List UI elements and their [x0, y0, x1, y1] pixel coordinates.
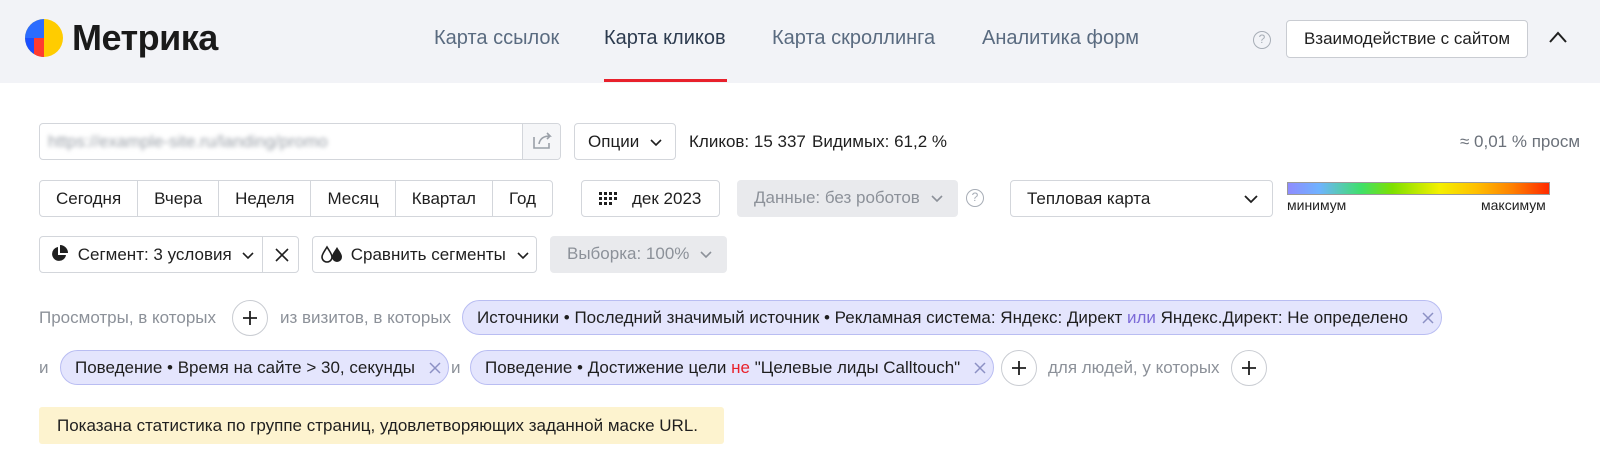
- chevron-down-icon: [650, 138, 662, 146]
- legend-max-label: максимум: [1481, 197, 1546, 213]
- clear-segment-button[interactable]: [262, 237, 299, 272]
- chevron-up-icon[interactable]: [1548, 30, 1568, 44]
- metrika-logo-icon[interactable]: [24, 18, 64, 58]
- plus-icon: [1242, 361, 1256, 375]
- segment-chip-source[interactable]: Источники • Последний значимый источник …: [462, 300, 1442, 335]
- chevron-down-icon: [517, 251, 529, 259]
- data-filter-label: Данные: без роботов: [754, 188, 920, 207]
- plus-icon: [243, 311, 257, 325]
- remove-chip-icon[interactable]: [1421, 311, 1435, 325]
- remove-chip-icon[interactable]: [973, 361, 987, 375]
- add-visit-condition-button[interactable]: [1001, 350, 1037, 386]
- add-view-condition-button[interactable]: [232, 300, 268, 336]
- chevron-down-icon: [930, 194, 943, 202]
- remove-chip-icon[interactable]: [428, 361, 442, 375]
- chip-not-operator: не: [731, 358, 750, 377]
- top-header: Метрика Карта ссылок Карта кликов Карта …: [0, 0, 1600, 83]
- chevron-down-icon: [242, 251, 255, 259]
- chip-time-text: Поведение • Время на сайте > 30, секунды: [75, 358, 415, 377]
- people-condition-label: для людей, у которых: [1048, 358, 1220, 377]
- open-url-button[interactable]: [522, 124, 560, 159]
- date-picker-button[interactable]: дек 2023: [581, 180, 720, 217]
- segment-control: Сегмент: 3 условия: [39, 236, 299, 273]
- compare-segments-dropdown[interactable]: Сравнить сегменты: [312, 236, 537, 273]
- chip-source-tail: Яндекс.Директ: Не определено: [1160, 308, 1408, 327]
- visible-percent: Видимых: 61,2 %: [812, 132, 948, 151]
- period-today[interactable]: Сегодня: [40, 181, 139, 216]
- tab-click-map[interactable]: Карта кликов: [604, 24, 726, 52]
- views-condition-label: Просмотры, в которых: [39, 308, 216, 327]
- and-operator-2: и: [451, 358, 461, 377]
- segment-chip-goal[interactable]: Поведение • Достижение цели не "Целевые …: [470, 350, 994, 385]
- sample-dropdown[interactable]: Выборка: 100%: [550, 236, 727, 273]
- drops-icon: [321, 244, 342, 263]
- url-input[interactable]: [48, 124, 524, 159]
- chip-goal-tail: "Целевые лиды Calltouch": [754, 358, 961, 377]
- chip-source-text: Источники • Последний значимый источник …: [477, 308, 1123, 327]
- url-field-wrapper: [39, 123, 561, 160]
- tab-link-map[interactable]: Карта ссылок: [434, 24, 559, 52]
- period-quarter[interactable]: Квартал: [396, 181, 493, 216]
- legend-min-label: минимум: [1287, 197, 1347, 213]
- clicks-count: Кликов: 15 337: [689, 132, 806, 151]
- chip-goal-text: Поведение • Достижение цели: [485, 358, 727, 377]
- options-dropdown[interactable]: Опции: [574, 123, 676, 160]
- help-icon[interactable]: ?: [1253, 31, 1271, 49]
- chevron-down-icon: [700, 250, 712, 258]
- chip-or-operator: или: [1126, 308, 1156, 327]
- active-tab-underline: [604, 79, 727, 82]
- brand-title: Метрика: [72, 17, 218, 58]
- options-label: Опции: [588, 132, 640, 151]
- and-operator-1: и: [39, 358, 49, 377]
- date-label: дек 2023: [632, 189, 702, 208]
- url-mask-notice: Показана статистика по группе страниц, у…: [39, 407, 724, 444]
- data-filter-help-icon[interactable]: ?: [966, 189, 984, 207]
- close-icon: [275, 248, 289, 262]
- calendar-icon: [599, 192, 617, 205]
- period-month[interactable]: Месяц: [311, 181, 396, 216]
- add-people-condition-button[interactable]: [1231, 350, 1267, 386]
- tab-scroll-map[interactable]: Карта скроллинга: [772, 24, 935, 52]
- views-share: ≈ 0,01 % просм: [1460, 132, 1581, 151]
- segment-label: Сегмент: 3 условия: [77, 245, 232, 264]
- period-selector: Сегодня Вчера Неделя Месяц Квартал Год: [39, 180, 554, 217]
- pie-chart-icon: [52, 244, 68, 261]
- segment-dropdown[interactable]: Сегмент: 3 условия: [40, 237, 263, 272]
- chevron-down-icon: [1244, 195, 1258, 204]
- data-filter-dropdown[interactable]: Данные: без роботов: [737, 180, 958, 217]
- tab-form-analytics[interactable]: Аналитика форм: [982, 24, 1139, 52]
- compare-segments-label: Сравнить сегменты: [350, 245, 506, 264]
- heatmap-mode-select[interactable]: Тепловая карта: [1010, 180, 1273, 217]
- site-interaction-button[interactable]: Взаимодействие с сайтом: [1286, 20, 1528, 58]
- segment-chip-time-on-site[interactable]: Поведение • Время на сайте > 30, секунды: [60, 350, 449, 385]
- share-icon: [533, 132, 552, 149]
- heatmap-mode-label: Тепловая карта: [1027, 189, 1151, 208]
- plus-icon: [1012, 361, 1026, 375]
- period-yesterday[interactable]: Вчера: [138, 181, 220, 216]
- period-year[interactable]: Год: [493, 181, 552, 216]
- heatmap-gradient-legend: [1287, 182, 1550, 195]
- visits-condition-label: из визитов, в которых: [280, 308, 452, 327]
- sample-label: Выборка: 100%: [567, 244, 690, 263]
- period-week[interactable]: Неделя: [219, 181, 312, 216]
